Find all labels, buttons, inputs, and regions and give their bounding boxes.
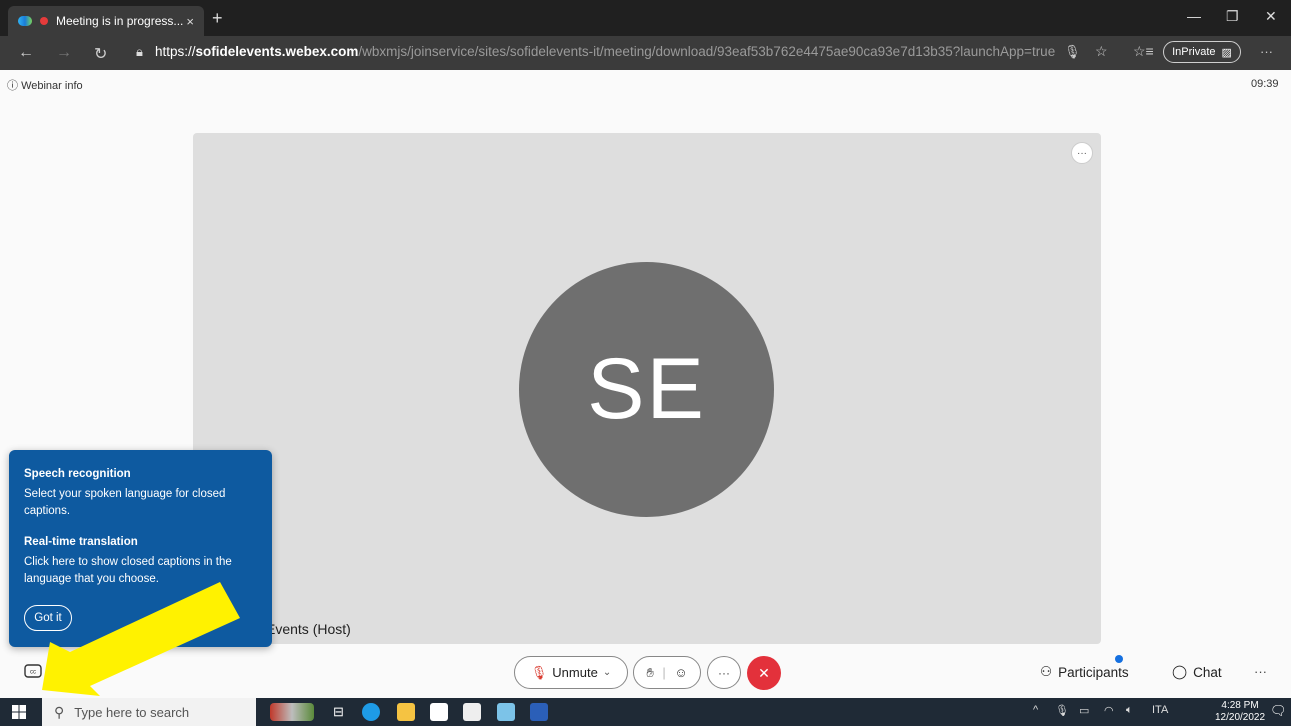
chat-label: Chat [1193, 664, 1222, 680]
system-clock[interactable]: 4:28 PM 12/20/2022 [1215, 700, 1265, 724]
tooltip-title-speech: Speech recognition [24, 468, 131, 480]
minimize-icon[interactable]: — [1187, 8, 1201, 24]
reactions-icon[interactable]: ☺ [674, 665, 687, 680]
search-placeholder: Type here to search [74, 704, 190, 720]
recording-dot-icon [40, 17, 48, 25]
divider: | [662, 665, 666, 680]
refresh-icon[interactable]: ↻ [94, 44, 107, 64]
inprivate-label: InPrivate [1172, 46, 1216, 58]
mic-tray-icon[interactable]: 🎙︎ [1055, 704, 1069, 717]
url-path: /wbxmjs/joinservice/sites/sofidelevents-… [358, 44, 1056, 59]
system-date: 12/20/2022 [1215, 712, 1266, 723]
tab-close-icon[interactable]: × [186, 14, 194, 29]
windows-start-icon[interactable] [12, 705, 26, 719]
more-panels-button[interactable]: ··· [1254, 664, 1267, 679]
store-icon[interactable] [430, 703, 448, 721]
inprivate-button[interactable]: InPrivate ▨ [1163, 41, 1241, 63]
host-name-label: Events (Host) [266, 621, 351, 637]
taskbar-search-box[interactable]: ⚲ Type here to search [42, 698, 256, 726]
muted-mic-icon: 🎙︎ [530, 664, 548, 680]
tab-title: Meeting is in progress... [56, 14, 184, 28]
url-field[interactable]: https://sofidelevents.webex.com/wbxmjs/j… [155, 44, 1055, 59]
unmute-button[interactable]: 🎙︎ Unmute ⌄ [514, 656, 628, 689]
raise-hand-icon[interactable]: ✋︎ [646, 665, 653, 681]
volume-icon[interactable]: 🔈︎ [1126, 704, 1133, 717]
hand-reactions-group: ✋︎ | ☺ [633, 656, 701, 689]
tooltip-title-translation: Real-time translation [24, 536, 138, 548]
search-highlight-icon[interactable] [270, 703, 314, 721]
search-icon: ⚲ [54, 703, 65, 720]
webinar-info-button[interactable]: ⓘ Webinar info [7, 77, 83, 93]
browser-menu-icon[interactable]: ··· [1260, 44, 1273, 59]
browser-tab[interactable]: Meeting is in progress... × [8, 6, 204, 36]
restore-icon[interactable]: ❐ [1226, 8, 1239, 25]
forward-icon[interactable]: → [56, 44, 72, 62]
chevron-down-icon[interactable]: ⌄ [603, 667, 611, 678]
inprivate-icon: ▨ [1221, 46, 1232, 59]
back-icon[interactable]: ← [18, 44, 34, 62]
chat-icon: ◯ [1172, 664, 1188, 679]
favorites-list-icon[interactable]: ☆≡ [1133, 43, 1154, 60]
unmute-label: Unmute [552, 665, 598, 680]
system-time: 4:28 PM [1221, 700, 1259, 711]
webinar-info-label: Webinar info [21, 80, 83, 92]
webex-taskbar-icon[interactable] [497, 703, 515, 721]
leave-meeting-button[interactable]: ✕ [747, 656, 781, 690]
closed-captions-icon[interactable]: cc [24, 664, 42, 678]
more-options-button[interactable]: ··· [707, 656, 741, 689]
battery-icon[interactable]: ▭ [1079, 704, 1089, 717]
close-icon: ✕ [758, 664, 770, 681]
mail-icon[interactable] [463, 703, 481, 721]
svg-text:cc: cc [30, 670, 36, 676]
tray-chevron-icon[interactable]: ^ [1033, 704, 1038, 716]
host-avatar: SE [519, 262, 774, 517]
window-close-icon[interactable]: ✕ [1265, 8, 1277, 25]
info-icon: ⓘ [7, 80, 22, 92]
wifi-icon[interactable]: ◠ [1104, 704, 1114, 717]
url-protocol: https:// [155, 44, 196, 59]
new-tab-icon[interactable]: + [212, 8, 223, 29]
webex-logo-icon [18, 16, 32, 26]
chat-button[interactable]: ◯ Chat [1172, 664, 1222, 680]
participants-label: Participants [1058, 664, 1129, 680]
lock-icon[interactable]: 🔒︎ [136, 44, 143, 60]
participants-icon: ⚇ [1040, 664, 1053, 679]
notification-dot [1115, 655, 1123, 663]
microphone-permission-icon[interactable]: 🎙︎ [1064, 44, 1081, 60]
tooltip-text-speech: Select your spoken language for closed c… [24, 488, 226, 517]
stage-more-button[interactable]: ··· [1071, 142, 1093, 164]
favorite-star-icon[interactable]: ☆ [1095, 43, 1108, 60]
participants-button[interactable]: ⚇ Participants [1040, 664, 1129, 680]
yellow-arrow-icon [42, 582, 240, 696]
meeting-timer: 09:39 [1251, 78, 1279, 90]
language-indicator[interactable]: ITA [1152, 704, 1168, 716]
url-host: sofidelevents.webex.com [195, 44, 359, 59]
file-explorer-icon[interactable] [397, 703, 415, 721]
word-icon[interactable] [530, 703, 548, 721]
task-view-icon[interactable]: ⊟ [333, 704, 344, 720]
edge-browser-icon[interactable] [362, 703, 380, 721]
notifications-icon[interactable]: 🗨︎ [1270, 703, 1287, 719]
